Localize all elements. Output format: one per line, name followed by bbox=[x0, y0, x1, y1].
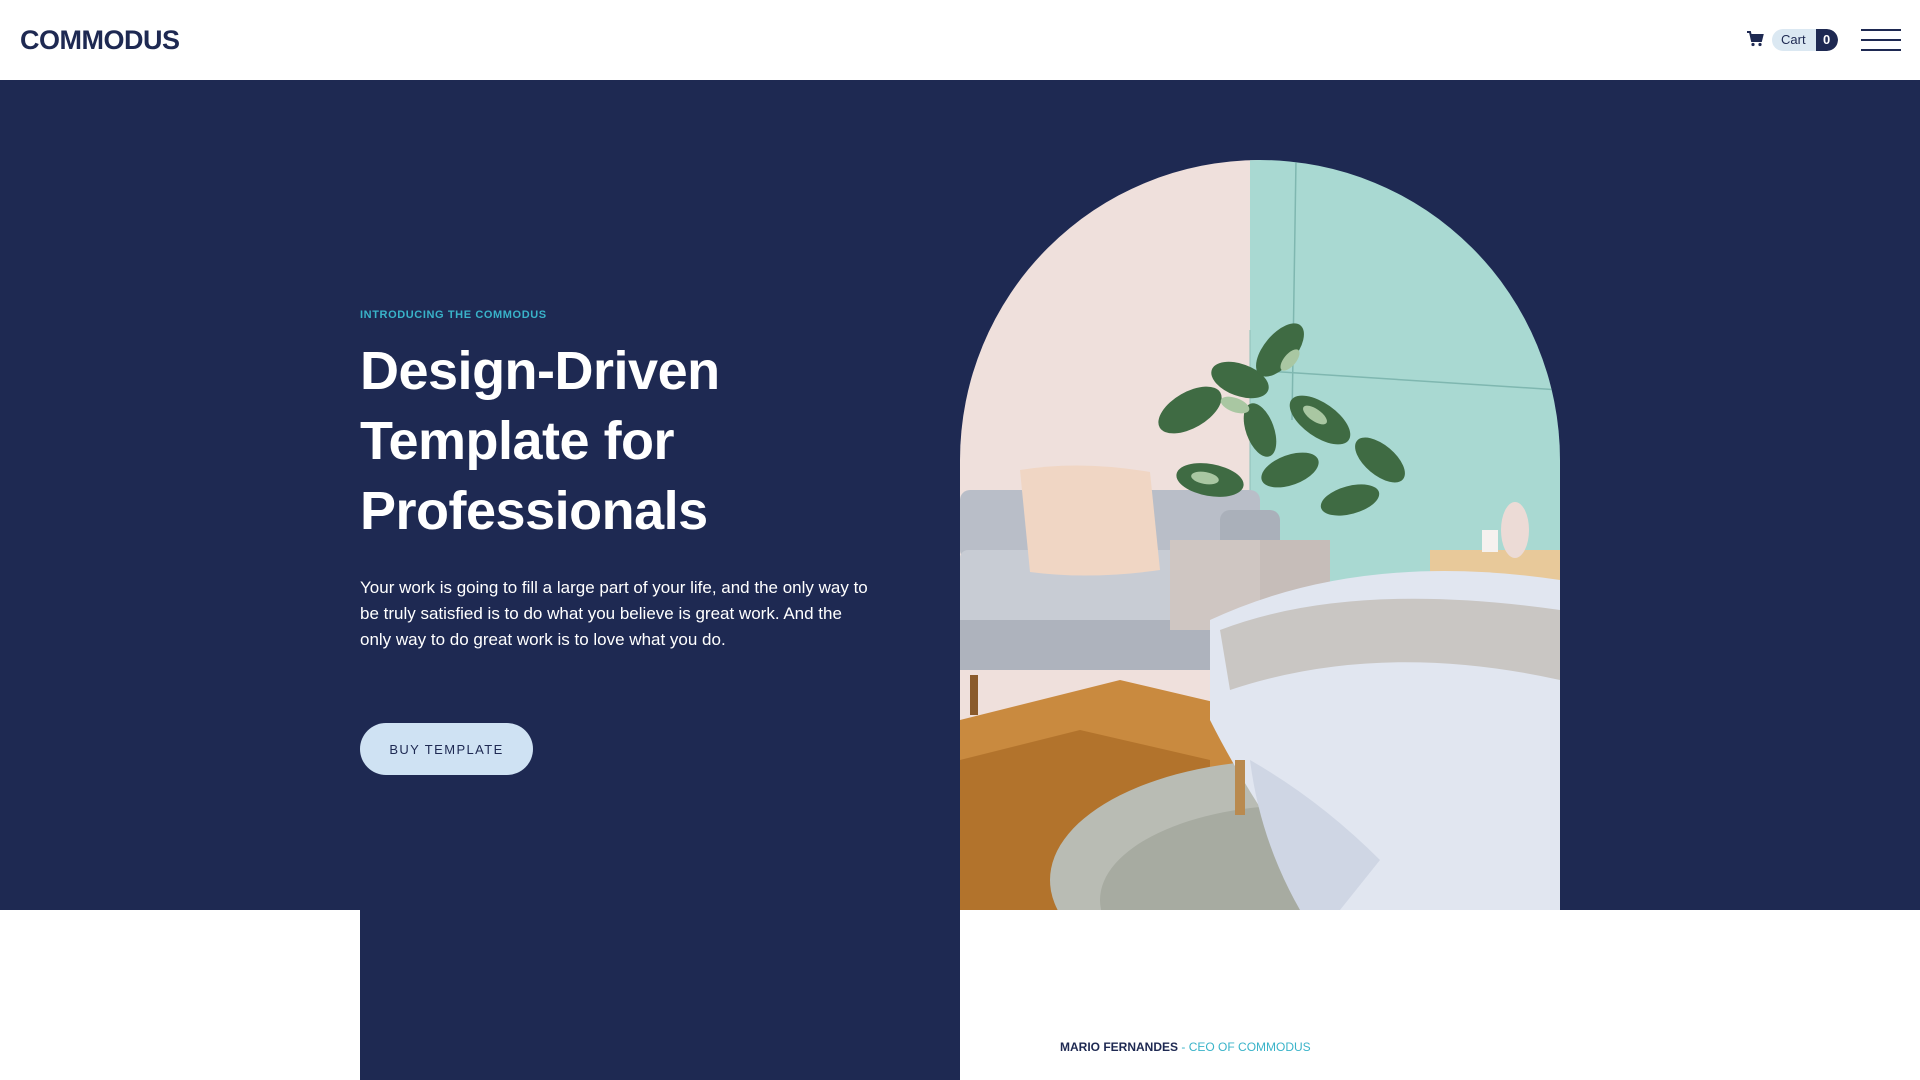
bedroom-interior-photo bbox=[960, 160, 1560, 910]
hero-headline: Design-Driven Template for Professionals bbox=[360, 336, 880, 546]
testimonial-name: MARIO FERNANDES bbox=[1060, 1040, 1179, 1054]
hero-eyebrow: INTRODUCING THE COMMODUS bbox=[360, 309, 547, 321]
cart-button[interactable]: Cart 0 bbox=[1772, 29, 1838, 51]
page: COMMODUS Cart 0 INTRODUCING THE COMMODUS… bbox=[0, 0, 1920, 1080]
shopping-cart-icon[interactable] bbox=[1746, 30, 1764, 48]
hamburger-menu-icon[interactable] bbox=[1861, 28, 1901, 52]
site-logo[interactable]: COMMODUS bbox=[20, 24, 180, 56]
hero-lower-panel bbox=[360, 910, 960, 1080]
headline-line: Template for bbox=[360, 411, 675, 471]
testimonial-role: CEO OF COMMODUS bbox=[1188, 1040, 1311, 1054]
cart-count-badge: 0 bbox=[1815, 29, 1838, 51]
headline-line: Professionals bbox=[360, 481, 708, 541]
cart-label: Cart bbox=[1772, 29, 1816, 51]
hero-description: Your work is going to fill a large part … bbox=[360, 578, 868, 649]
site-header: COMMODUS Cart 0 bbox=[0, 0, 1920, 80]
testimonial-attribution: MARIO FERNANDES - CEO OF COMMODUS bbox=[1060, 1040, 1311, 1054]
headline-line: Design-Driven bbox=[360, 341, 720, 401]
buy-template-button[interactable]: BUY TEMPLATE bbox=[360, 723, 533, 775]
testimonial-separator: - bbox=[1178, 1040, 1189, 1054]
